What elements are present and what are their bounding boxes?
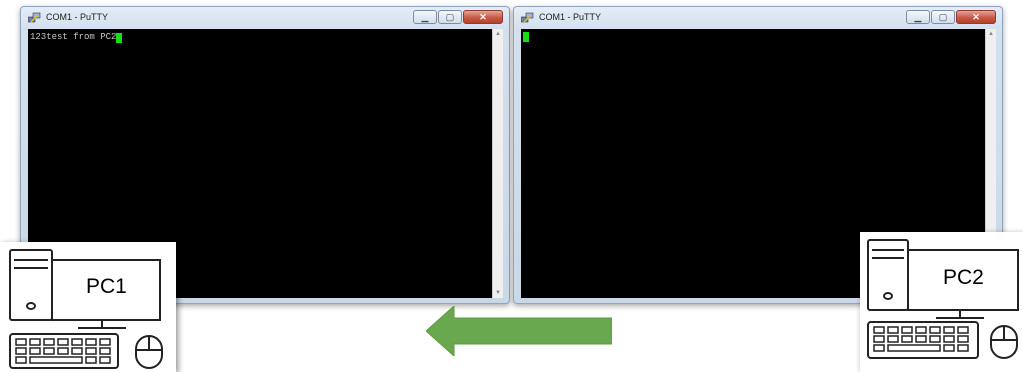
minimize-icon: ▁: [914, 11, 922, 22]
maximize-icon: ▢: [938, 11, 948, 22]
desktop-computer-icon: [9, 249, 163, 369]
desktop-computer-icon: [867, 239, 1019, 359]
maximize-button[interactable]: ▢: [931, 10, 955, 24]
scroll-up-icon[interactable]: ▲: [986, 29, 996, 39]
terminal-cursor: [116, 32, 123, 43]
pc2-card: PC2: [860, 232, 1023, 372]
pc1-label: PC1: [86, 275, 127, 298]
vertical-scrollbar[interactable]: ▲ ▼: [492, 29, 503, 298]
pc2-label: PC2: [943, 266, 984, 289]
minimize-button[interactable]: ▁: [906, 10, 930, 24]
minimize-icon: ▁: [421, 11, 429, 22]
close-button[interactable]: ✕: [463, 10, 503, 24]
window-title: COM1 - PuTTY: [46, 12, 109, 22]
putty-icon: [28, 12, 41, 23]
maximize-button[interactable]: ▢: [438, 10, 462, 24]
putty-icon: [521, 12, 534, 23]
window-title: COM1 - PuTTY: [539, 12, 602, 22]
title-bar[interactable]: COM1 - PuTTY ▁ ▢ ✕: [21, 7, 509, 29]
pc1-card: PC1: [0, 242, 176, 372]
terminal-cursor: [523, 32, 529, 42]
maximize-icon: ▢: [445, 11, 455, 22]
scroll-up-icon[interactable]: ▲: [493, 29, 503, 39]
close-icon: ✕: [972, 11, 980, 22]
left-arrow-icon: [426, 306, 612, 356]
minimize-button[interactable]: ▁: [413, 10, 437, 24]
close-icon: ✕: [479, 11, 487, 22]
close-button[interactable]: ✕: [956, 10, 996, 24]
scroll-down-icon[interactable]: ▼: [493, 288, 503, 298]
terminal-line: 123test from PC2: [30, 32, 123, 43]
terminal-text: 123test from PC2: [30, 32, 117, 42]
title-bar[interactable]: COM1 - PuTTY ▁ ▢ ✕: [514, 7, 1002, 29]
terminal-line: [523, 32, 529, 42]
